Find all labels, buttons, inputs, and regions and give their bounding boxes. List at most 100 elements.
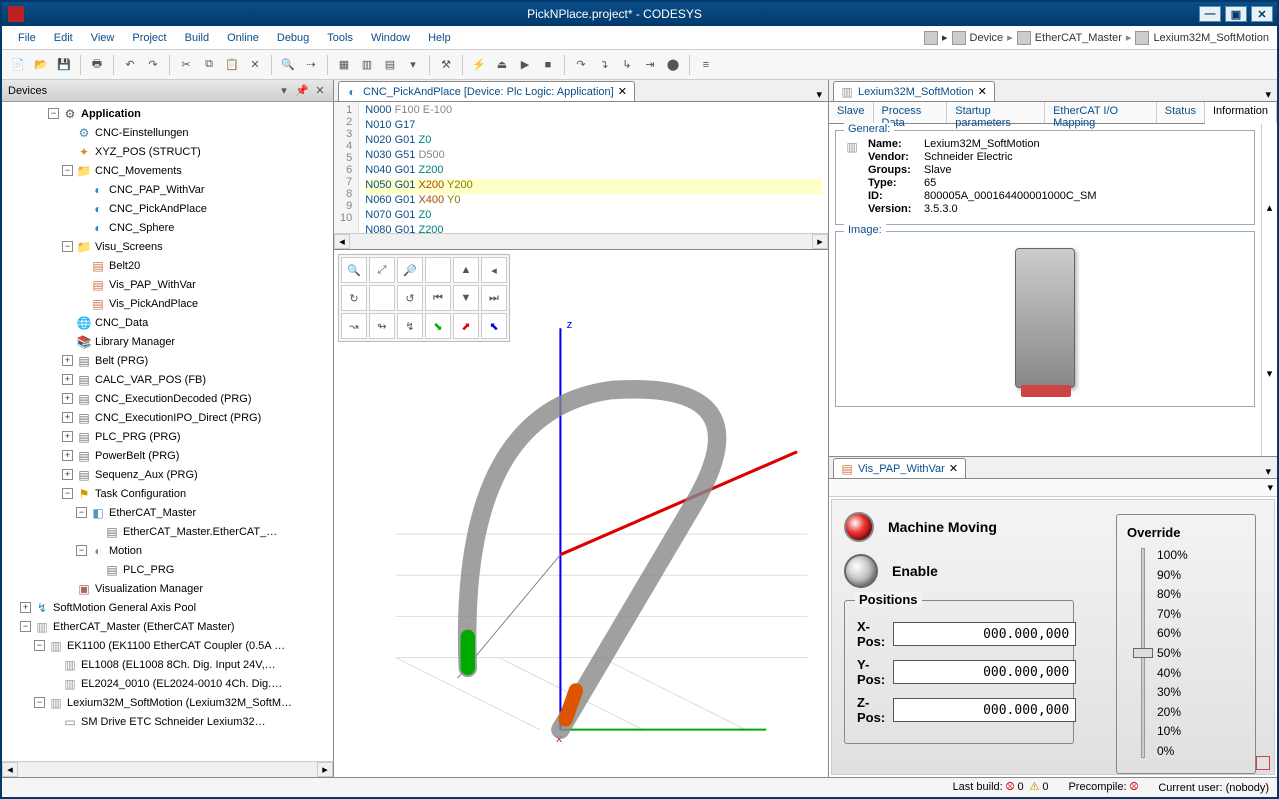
path2-icon[interactable]: ↬: [369, 313, 395, 339]
tree-item[interactable]: XYZ_POS (STRUCT): [6, 142, 333, 161]
redo-btn[interactable]: ↷: [143, 55, 163, 75]
copy-btn[interactable]: ⧉: [199, 55, 219, 75]
gcode-line[interactable]: N060 G01 X400 Y0: [365, 194, 822, 209]
tree-item[interactable]: −Motion: [6, 541, 333, 560]
tree-item[interactable]: EL2024_0010 (EL2024-0010 4Ch. Dig.…: [6, 674, 333, 693]
menu-tools[interactable]: Tools: [319, 30, 361, 46]
undo-btn[interactable]: ↶: [120, 55, 140, 75]
misc-btn[interactable]: ≡: [696, 55, 716, 75]
expander-icon[interactable]: −: [76, 507, 87, 518]
menu-help[interactable]: Help: [420, 30, 459, 46]
toggle-btn[interactable]: ▦: [334, 55, 354, 75]
scroll-down-icon[interactable]: ▾: [1262, 290, 1277, 456]
open-btn[interactable]: 📂: [31, 55, 51, 75]
expander-icon[interactable]: +: [62, 374, 73, 385]
tree-item[interactable]: +Sequenz_Aux (PRG): [6, 465, 333, 484]
tab-visu[interactable]: Vis_PAP_WithVar ✕: [833, 458, 966, 478]
rotate-y-icon[interactable]: ↺: [397, 285, 423, 311]
expander-icon[interactable]: −: [76, 545, 87, 556]
gcode-hscroll[interactable]: ◂▸: [334, 233, 828, 249]
cut-btn[interactable]: ✂: [176, 55, 196, 75]
menu-window[interactable]: Window: [363, 30, 418, 46]
tree-item[interactable]: +Belt (PRG): [6, 351, 333, 370]
subtab-process-data[interactable]: Process Data: [874, 102, 948, 123]
resize-handle-icon[interactable]: [1256, 756, 1270, 770]
override-slider[interactable]: [1127, 548, 1157, 758]
tab-dropdown-icon[interactable]: ▾: [1259, 465, 1277, 478]
tree-item[interactable]: Vis_PAP_WithVar: [6, 275, 333, 294]
stop-btn[interactable]: ■: [538, 55, 558, 75]
build-btn[interactable]: ⚒: [436, 55, 456, 75]
stepover-btn[interactable]: ↷: [571, 55, 591, 75]
gcode-line[interactable]: N070 G01 Z0: [365, 209, 822, 224]
gcode-line[interactable]: N010 G17: [365, 119, 822, 134]
tree-item[interactable]: CNC_PickAndPlace: [6, 199, 333, 218]
menu-project[interactable]: Project: [124, 30, 174, 46]
tree-item[interactable]: +CNC_ExecutionDecoded (PRG): [6, 389, 333, 408]
scroll-up-icon[interactable]: ▴: [1262, 124, 1277, 290]
expander-icon[interactable]: +: [62, 393, 73, 404]
zoom-in-icon[interactable]: 🔍: [341, 257, 367, 283]
tree-item[interactable]: +PowerBelt (PRG): [6, 446, 333, 465]
minimize-button[interactable]: —: [1199, 6, 1221, 22]
tree-item[interactable]: CNC_PAP_WithVar: [6, 180, 333, 199]
close-button[interactable]: ✕: [1251, 6, 1273, 22]
gcode-line[interactable]: N000 F100 E-100: [365, 104, 822, 119]
toggle2-btn[interactable]: ▥: [357, 55, 377, 75]
tree-item[interactable]: −Lexium32M_SoftMotion (Lexium32M_SoftM…: [6, 693, 333, 712]
tab-dropdown-icon[interactable]: ▾: [810, 88, 828, 101]
expander-icon[interactable]: −: [62, 488, 73, 499]
zoom-out-icon[interactable]: 🔎: [397, 257, 423, 283]
tree-item[interactable]: +CALC_VAR_POS (FB): [6, 370, 333, 389]
subtab-slave[interactable]: Slave: [829, 102, 874, 123]
play-icon[interactable]: ▼: [453, 285, 479, 311]
path3-icon[interactable]: ↯: [397, 313, 423, 339]
expander-icon[interactable]: −: [34, 640, 45, 651]
tree-hscroll[interactable]: ◂▸: [2, 761, 333, 777]
tab-gcode[interactable]: CNC_PickAndPlace [Device: Plc Logic: App…: [338, 81, 635, 101]
pin-icon[interactable]: 📌: [295, 84, 309, 98]
stepout-btn[interactable]: ↳: [617, 55, 637, 75]
subtab-ethercat-i-o-mapping[interactable]: EtherCAT I/O Mapping: [1045, 102, 1157, 123]
gcode-line[interactable]: N040 G01 Z200: [365, 164, 822, 179]
tree-item[interactable]: CNC_Sphere: [6, 218, 333, 237]
stepin-btn[interactable]: ↴: [594, 55, 614, 75]
tree-item[interactable]: EtherCAT_Master.EtherCAT_…: [6, 522, 333, 541]
paste-btn[interactable]: 📋: [222, 55, 242, 75]
tree-folder[interactable]: −Visu_Screens: [6, 237, 333, 256]
menu-edit[interactable]: Edit: [46, 30, 81, 46]
tree-item[interactable]: CNC_Data: [6, 313, 333, 332]
tree-item[interactable]: SM Drive ETC Schneider Lexium32…: [6, 712, 333, 731]
gcode-line[interactable]: N030 G51 D500: [365, 149, 822, 164]
expander-icon[interactable]: +: [62, 450, 73, 461]
expander-icon[interactable]: −: [62, 241, 73, 252]
breadcrumb-item[interactable]: EtherCAT_Master: [1035, 32, 1122, 44]
handle-icon[interactable]: ◂: [481, 257, 507, 283]
visu-tools-icon[interactable]: ▾: [1267, 481, 1273, 494]
menu-debug[interactable]: Debug: [269, 30, 317, 46]
tab-dropdown-icon[interactable]: ▾: [1259, 88, 1277, 101]
tree-item[interactable]: Library Manager: [6, 332, 333, 351]
gcode-line[interactable]: N080 G01 Z200: [365, 224, 822, 233]
zpos-input[interactable]: [893, 698, 1076, 722]
login-btn[interactable]: ⚡: [469, 55, 489, 75]
expander-icon[interactable]: +: [62, 469, 73, 480]
save-btn[interactable]: 💾: [54, 55, 74, 75]
axis-xz-icon[interactable]: ⬈: [453, 313, 479, 339]
subtab-startup-parameters[interactable]: Startup parameters: [947, 102, 1045, 123]
delete-btn[interactable]: ✕: [245, 55, 265, 75]
rotate-x-icon[interactable]: ↻: [341, 285, 367, 311]
gcode-line[interactable]: N050 G01 X200 Y200: [365, 179, 822, 194]
new-btn[interactable]: 📄: [8, 55, 28, 75]
dropdown-btn[interactable]: ▾: [403, 55, 423, 75]
tree-task[interactable]: −Task Configuration: [6, 484, 333, 503]
first-icon[interactable]: ⏮: [425, 285, 451, 311]
panel-dropdown-icon[interactable]: ▾: [277, 84, 291, 98]
panel-close-icon[interactable]: ✕: [313, 84, 327, 98]
tree-item[interactable]: Vis_PickAndPlace: [6, 294, 333, 313]
tree-item[interactable]: PLC_PRG: [6, 560, 333, 579]
start-btn[interactable]: ▶: [515, 55, 535, 75]
expander-icon[interactable]: +: [62, 355, 73, 366]
tree-item[interactable]: +SoftMotion General Axis Pool: [6, 598, 333, 617]
bp-btn[interactable]: ⬤: [663, 55, 683, 75]
